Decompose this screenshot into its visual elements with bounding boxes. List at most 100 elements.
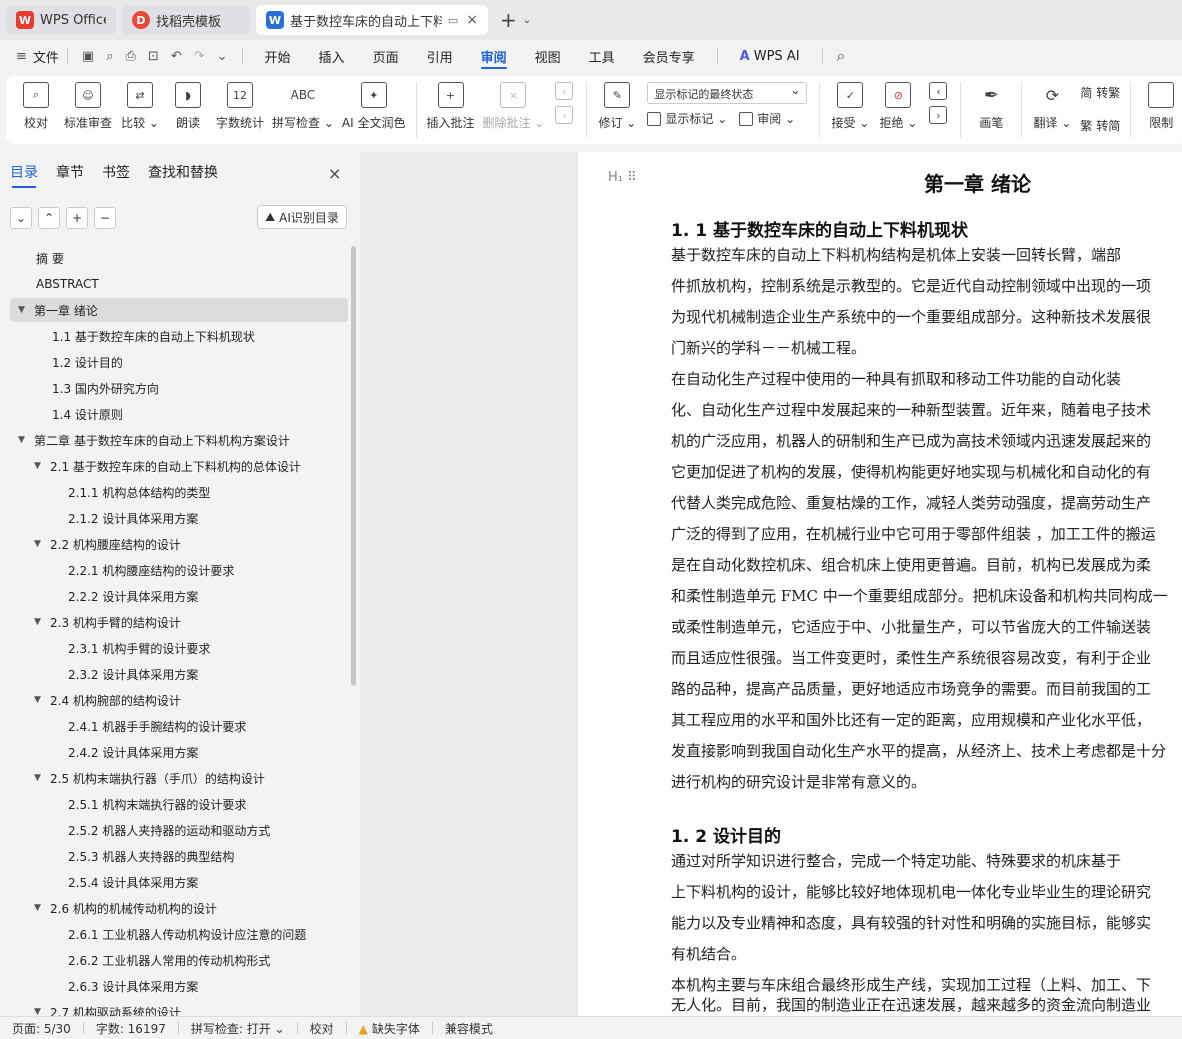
- monitor-icon[interactable]: ▭: [448, 14, 458, 27]
- read-aloud-button[interactable]: ◗ 朗读: [168, 82, 208, 131]
- print-icon[interactable]: ⎙: [126, 49, 136, 64]
- add-heading-icon[interactable]: +: [66, 207, 88, 229]
- proofread-indicator[interactable]: 校对: [310, 1020, 334, 1037]
- caret-down-icon[interactable]: ▼: [34, 617, 50, 627]
- caret-down-icon[interactable]: ▼: [34, 773, 50, 783]
- reject-button[interactable]: ⊘ 拒绝 ⌄: [878, 82, 918, 131]
- toc-item[interactable]: ▼ 2.6 机构的机械传动机构的设计: [10, 896, 348, 920]
- close-tab-icon[interactable]: ×: [466, 12, 478, 28]
- search-replace-icon[interactable]: ⌕: [106, 49, 113, 64]
- menu-file[interactable]: 文件: [33, 47, 59, 66]
- ribbon-tab-home[interactable]: 开始: [251, 40, 305, 72]
- toc-item[interactable]: 2.6.3 设计具体采用方案: [10, 974, 348, 998]
- toc-item[interactable]: 2.3.1 机构手臂的设计要求: [10, 636, 348, 660]
- track-changes-button[interactable]: ✎ 修订 ⌄: [597, 82, 637, 131]
- toc-item[interactable]: ▼ 2.4 机构腕部的结构设计: [10, 688, 348, 712]
- standard-review-button[interactable]: ☺ 标准审查: [64, 82, 112, 131]
- toc-item[interactable]: 1.3 国内外研究方向: [10, 376, 348, 400]
- markup-state-select[interactable]: 显示标记的最终状态: [647, 82, 808, 104]
- accept-button[interactable]: ✓ 接受 ⌄: [830, 82, 870, 131]
- tab-document[interactable]: W 基于数控车床的自动上下料机 ▭ ×: [256, 5, 488, 35]
- toc-scrollbar[interactable]: [351, 246, 356, 686]
- ribbon-tab-view[interactable]: 视图: [521, 40, 575, 72]
- tab-template[interactable]: D 找稻壳模板: [122, 5, 250, 35]
- toc-item[interactable]: 2.3.2 设计具体采用方案: [10, 662, 348, 686]
- toc-item[interactable]: ▼ 2.3 机构手臂的结构设计: [10, 610, 348, 634]
- caret-down-icon[interactable]: ▼: [34, 903, 50, 913]
- close-icon[interactable]: ×: [328, 164, 341, 183]
- expand-icon[interactable]: ⌄: [10, 207, 32, 229]
- change-nav-button[interactable]: ‹ ›: [926, 82, 950, 130]
- new-tab-icon[interactable]: +: [500, 8, 517, 32]
- ribbon-tab-page[interactable]: 页面: [359, 40, 413, 72]
- caret-down-icon[interactable]: ▼: [34, 461, 50, 471]
- restrict-button[interactable]: 限制: [1141, 82, 1181, 131]
- caret-down-icon[interactable]: ▼: [18, 435, 34, 445]
- toc-item[interactable]: 2.2.2 设计具体采用方案: [10, 584, 348, 608]
- to-simplified-button[interactable]: 繁 转简: [1080, 117, 1120, 134]
- to-traditional-button[interactable]: 简 转繁: [1080, 84, 1120, 101]
- hamburger-icon[interactable]: ≡: [16, 49, 27, 64]
- remove-heading-icon[interactable]: −: [94, 207, 116, 229]
- ribbon-tab-tools[interactable]: 工具: [575, 40, 629, 72]
- comment-nav-button[interactable]: ‹ ›: [552, 82, 576, 130]
- tab-toc[interactable]: 目录: [10, 162, 38, 188]
- tab-bookmarks[interactable]: 书签: [102, 162, 130, 182]
- toc-item[interactable]: 2.5.4 设计具体采用方案: [10, 870, 348, 894]
- chevron-down-icon[interactable]: ⌄: [217, 49, 228, 64]
- toc-item[interactable]: ▼ 2.7 机构驱动系统的设计: [10, 1000, 348, 1017]
- spell-check-button[interactable]: ABC 拼写检查 ⌄: [272, 82, 334, 131]
- proofread-button[interactable]: ⌕ 校对: [16, 82, 56, 131]
- toc-item[interactable]: 2.5.1 机构末端执行器的设计要求: [10, 792, 348, 816]
- toc-item[interactable]: ▼ 第一章 绪论: [10, 298, 348, 322]
- toc-item[interactable]: ▼ 2.1 基于数控车床的自动上下料机构的总体设计: [10, 454, 348, 478]
- toc-item[interactable]: 2.1.1 机构总体结构的类型: [10, 480, 348, 504]
- tab-sections[interactable]: 章节: [56, 162, 84, 182]
- toc-item[interactable]: 1.1 基于数控车床的自动上下料机现状: [10, 324, 348, 348]
- page-indicator[interactable]: 页面: 5/30: [12, 1020, 71, 1037]
- caret-down-icon[interactable]: ▼: [34, 539, 50, 549]
- ribbon-tab-member[interactable]: 会员专享: [629, 40, 709, 72]
- toc-item[interactable]: ABSTRACT: [10, 272, 348, 296]
- caret-down-icon[interactable]: ▼: [18, 305, 34, 315]
- word-count-button[interactable]: 12 字数统计: [216, 82, 264, 131]
- toc-item[interactable]: 1.4 设计原则: [10, 402, 348, 426]
- chevron-down-icon[interactable]: ⌄: [523, 15, 531, 26]
- undo-icon[interactable]: ↶: [171, 49, 182, 64]
- toc-item[interactable]: 2.4.2 设计具体采用方案: [10, 740, 348, 764]
- toc-item[interactable]: 2.6.2 工业机器人常用的传动机构形式: [10, 948, 348, 972]
- ribbon-tab-insert[interactable]: 插入: [305, 40, 359, 72]
- save-icon[interactable]: ▣: [82, 49, 94, 64]
- toc-item[interactable]: 2.2.1 机构腰座结构的设计要求: [10, 558, 348, 582]
- toc-item[interactable]: ▼ 2.2 机构腰座结构的设计: [10, 532, 348, 556]
- search-icon[interactable]: ⌕: [837, 46, 846, 66]
- caret-down-icon[interactable]: ▼: [34, 695, 50, 705]
- tab-find-replace[interactable]: 查找和替换: [148, 162, 218, 182]
- insert-comment-button[interactable]: + 插入批注: [427, 82, 475, 131]
- toc-item[interactable]: 2.6.1 工业机器人传动机构设计应注意的问题: [10, 922, 348, 946]
- delete-comment-button[interactable]: × 删除批注 ⌄: [483, 82, 544, 131]
- collapse-icon[interactable]: ⌃: [38, 207, 60, 229]
- toc-item[interactable]: ▼ 2.5 机构末端执行器（手爪）的结构设计: [10, 766, 348, 790]
- ai-toc-button[interactable]: ⛰ AI识别目录: [257, 205, 347, 229]
- redo-icon[interactable]: ↷: [194, 49, 205, 64]
- ribbon-tab-references[interactable]: 引用: [413, 40, 467, 72]
- missing-font-indicator[interactable]: ▲ 缺失字体: [359, 1020, 420, 1037]
- translate-button[interactable]: ⟳ 翻译 ⌄: [1032, 82, 1072, 131]
- print-preview-icon[interactable]: ⊡: [148, 49, 159, 64]
- toc-item[interactable]: 1.2 设计目的: [10, 350, 348, 374]
- word-count-indicator[interactable]: 字数: 16197: [96, 1020, 166, 1037]
- toc-item[interactable]: 2.5.2 机器人夹持器的运动和驱动方式: [10, 818, 348, 842]
- compare-button[interactable]: ⇄ 比较 ⌄: [120, 82, 160, 131]
- document-page[interactable]: H₁ ⠿ 第一章 绪论 1. 1 基于数控车床的自动上下料机现状 基于数控车床的…: [578, 152, 1182, 1016]
- heading-drag-handle-icon[interactable]: H₁ ⠿: [608, 170, 637, 185]
- spell-check-indicator[interactable]: 拼写检查: 打开 ⌄: [191, 1020, 285, 1037]
- toc-item[interactable]: 2.5.3 机器人夹持器的典型结构: [10, 844, 348, 868]
- caret-down-icon[interactable]: ▼: [34, 1007, 50, 1016]
- pen-button[interactable]: ✒ 画笔: [971, 82, 1011, 131]
- toc-item[interactable]: 2.1.2 设计具体采用方案: [10, 506, 348, 530]
- review-pane-button[interactable]: 审阅 ⌄: [739, 110, 795, 127]
- show-markup-button[interactable]: 显示标记 ⌄: [647, 110, 727, 127]
- ribbon-tab-wps-ai[interactable]: A WPS AI: [726, 40, 814, 72]
- toc-item[interactable]: 摘 要: [10, 246, 348, 270]
